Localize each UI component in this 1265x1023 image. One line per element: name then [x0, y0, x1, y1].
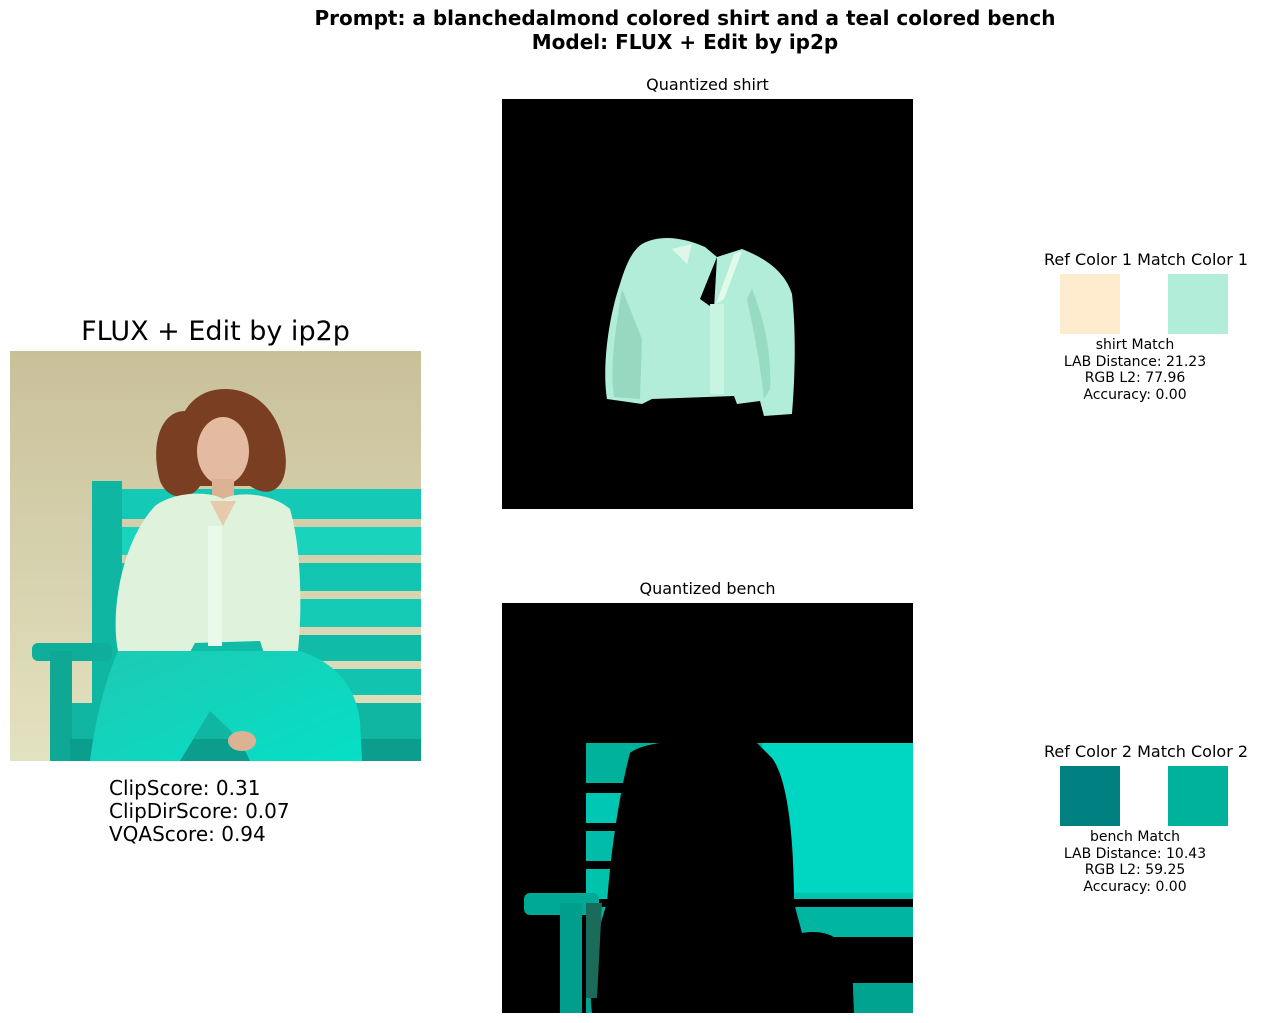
match-color-2-swatch [1168, 766, 1228, 826]
ref-color-2-label: Ref Color 2 [1044, 742, 1132, 761]
vqa-score: VQAScore: 0.94 [109, 822, 266, 846]
match1-accuracy: Accuracy: 0.00 [1083, 386, 1187, 403]
clip-dir-score: ClipDirScore: 0.07 [109, 799, 290, 823]
generated-image [10, 351, 421, 761]
quantized-shirt-title: Quantized shirt [646, 75, 769, 94]
scores-block: ClipScore: 0.31 ClipDirScore: 0.07 VQASc… [109, 777, 290, 846]
quantized-bench-image [502, 603, 913, 1013]
match2-label: bench Match [1089, 829, 1181, 845]
match2-lab: LAB Distance: 10.43 [1063, 845, 1207, 862]
match2-header: Ref Color 2 Match Color 2 [1044, 742, 1248, 761]
match1-label: shirt Match [1095, 337, 1175, 353]
match-color-2-label: Match Color 2 [1137, 742, 1249, 761]
match1-lab: LAB Distance: 21.23 [1063, 353, 1207, 370]
match-color-1-swatch [1168, 274, 1228, 334]
match2-rgb: RGB L2: 59.25 [1084, 862, 1186, 878]
quantized-bench-title: Quantized bench [639, 579, 776, 598]
match2-stats: bench Match LAB Distance: 10.43 RGB L2: … [1035, 829, 1235, 895]
match1-stats: shirt Match LAB Distance: 21.23 RGB L2: … [1035, 337, 1235, 403]
match1-rgb: RGB L2: 77.96 [1084, 370, 1186, 386]
figure-title: Prompt: a blanchedalmond colored shirt a… [0, 6, 1265, 54]
generated-image-title: FLUX + Edit by ip2p [81, 316, 350, 347]
ref-color-2-swatch [1060, 766, 1120, 826]
quantized-shirt-illustration [605, 237, 795, 416]
ref-color-1-swatch [1060, 274, 1120, 334]
clip-score: ClipScore: 0.31 [109, 776, 261, 800]
generated-image-illustration [10, 351, 421, 761]
prompt-line: Prompt: a blanchedalmond colored shirt a… [314, 6, 1056, 30]
model-line: Model: FLUX + Edit by ip2p [531, 30, 839, 54]
match1-header: Ref Color 1 Match Color 1 [1044, 250, 1248, 269]
quantized-shirt-image [502, 99, 913, 509]
quantized-bench-illustration [524, 741, 913, 1013]
match2-accuracy: Accuracy: 0.00 [1083, 878, 1187, 895]
match-color-1-label: Match Color 1 [1137, 250, 1249, 269]
ref-color-1-label: Ref Color 1 [1044, 250, 1132, 269]
